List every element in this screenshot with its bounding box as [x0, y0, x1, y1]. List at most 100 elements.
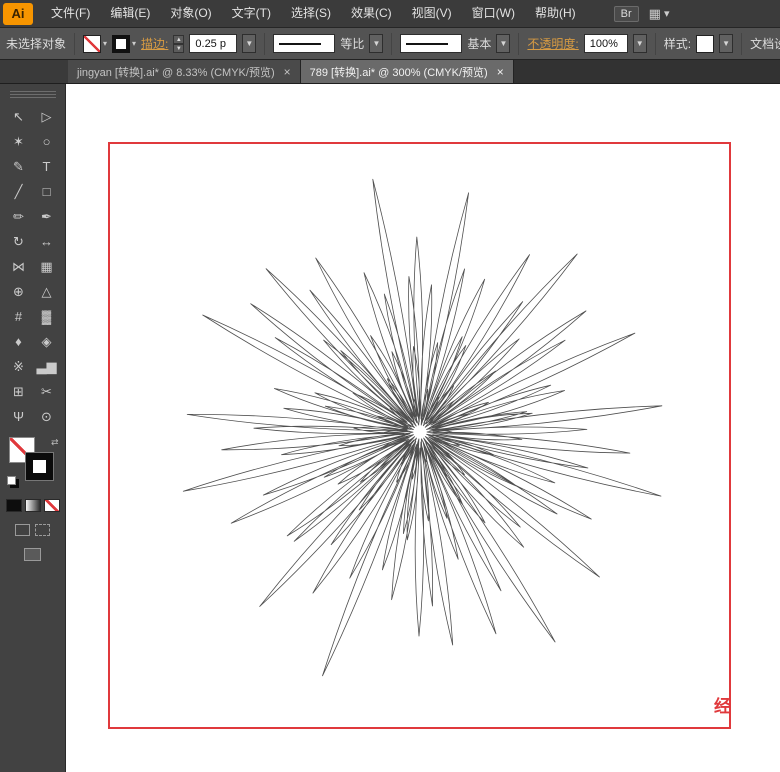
menu-item-1[interactable]: 编辑(E) [100, 0, 160, 27]
tool-grid: ↖▷✶○✎T╱□✏✒↻↔⋈▦⊕△#▓♦◈※▃▆⊞✂Ψ⊙ [5, 104, 61, 429]
brush-definition-preview[interactable] [400, 34, 462, 53]
tool-mesh[interactable]: # [5, 304, 33, 329]
menu-bar: Ai 文件(F)编辑(E)对象(O)文字(T)选择(S)效果(C)视图(V)窗口… [0, 0, 780, 28]
menu-item-4[interactable]: 选择(S) [281, 0, 341, 27]
opacity-panel-link[interactable]: 不透明度: [527, 35, 578, 52]
brush-definition-label: 基本 [467, 35, 491, 52]
tool-perspective-grid[interactable]: △ [33, 279, 61, 304]
width-profile-preview[interactable] [273, 34, 335, 53]
separator [264, 33, 265, 55]
fill-none-swatch-icon [83, 35, 101, 53]
separator [655, 33, 656, 55]
tool-artboard[interactable]: ⊞ [5, 379, 33, 404]
close-icon[interactable]: × [284, 67, 291, 77]
selection-status: 未选择对象 [6, 35, 66, 52]
tool-gradient[interactable]: ▓ [33, 304, 61, 329]
tool-slice[interactable]: ✂ [33, 379, 61, 404]
stroke-weight-input[interactable]: 0.25 p [189, 34, 237, 53]
red-rectangle-object[interactable] [108, 142, 731, 729]
tab-jingyan[interactable]: jingyan [转换].ai* @ 8.33% (CMYK/预览) × [68, 60, 301, 83]
document-tab-strip: jingyan [转换].ai* @ 8.33% (CMYK/预览) × 789… [0, 60, 780, 84]
screen-mode-button[interactable] [24, 548, 41, 561]
menubar-right: Br ▦ ▾ [614, 6, 670, 22]
stepper-down-icon[interactable]: ▼ [173, 44, 184, 53]
tool-rectangle[interactable]: □ [33, 179, 61, 204]
separator [741, 33, 742, 55]
bridge-button[interactable]: Br [614, 6, 639, 22]
tool-hand[interactable]: Ψ [5, 404, 33, 429]
opacity-dropdown-button[interactable]: ▼ [633, 34, 647, 53]
tool-column-graph[interactable]: ▃▆ [33, 354, 61, 379]
tool-lasso[interactable]: ○ [33, 129, 61, 154]
tool-line-segment[interactable]: ╱ [5, 179, 33, 204]
menu-item-5[interactable]: 效果(C) [341, 0, 402, 27]
tool-type[interactable]: T [33, 154, 61, 179]
tool-paintbrush[interactable]: ✏ [5, 204, 33, 229]
tool-pen[interactable]: ✎ [5, 154, 33, 179]
line-preview-icon [279, 43, 321, 45]
style-dropdown-button[interactable]: ▼ [719, 34, 733, 53]
menu-items: 文件(F)编辑(E)对象(O)文字(T)选择(S)效果(C)视图(V)窗口(W)… [41, 0, 586, 27]
tab-strip-spacer [0, 60, 68, 83]
document-setup-button[interactable]: 文档设置 [750, 35, 780, 52]
stroke-weight-stepper[interactable]: ▲ ▼ [173, 35, 184, 53]
menu-item-8[interactable]: 帮助(H) [525, 0, 586, 27]
draw-mode-buttons [15, 524, 50, 536]
document-canvas[interactable]: 经 [66, 84, 780, 772]
draw-normal-button[interactable] [15, 524, 30, 536]
stroke-indicator-black[interactable] [26, 453, 53, 480]
tool-free-transform[interactable]: ▦ [33, 254, 61, 279]
stroke-color-control[interactable]: ▾ [112, 35, 136, 53]
fill-color-control[interactable]: ▾ [83, 35, 107, 53]
tool-scale[interactable]: ↔ [33, 229, 61, 254]
draw-inside-button[interactable] [35, 524, 50, 536]
close-icon[interactable]: × [497, 67, 504, 77]
tool-zoom[interactable]: ⊙ [33, 404, 61, 429]
tool-pencil[interactable]: ✒ [33, 204, 61, 229]
menu-item-6[interactable]: 视图(V) [402, 0, 462, 27]
color-mode-buttons [6, 499, 60, 512]
control-bar: 未选择对象 ▾ ▾ 描边: ▲ ▼ 0.25 p ▼ 等比 ▼ 基本 ▼ 不透明… [0, 28, 780, 60]
workspace-switcher-button[interactable]: ▦ ▾ [649, 6, 670, 22]
tool-blend[interactable]: ◈ [33, 329, 61, 354]
tool-selection[interactable]: ↖ [5, 104, 33, 129]
separator [391, 33, 392, 55]
stepper-up-icon[interactable]: ▲ [173, 35, 184, 44]
brush-definition-dropdown-button[interactable]: ▼ [496, 34, 510, 53]
opacity-input[interactable]: 100% [584, 34, 628, 53]
gradient-button[interactable] [25, 499, 41, 512]
tab-label: 789 [转换].ai* @ 300% (CMYK/预览) [310, 64, 488, 80]
tool-rotate[interactable]: ↻ [5, 229, 33, 254]
swap-fill-stroke-icon[interactable]: ⇄ [51, 437, 59, 448]
tool-direct-selection[interactable]: ▷ [33, 104, 61, 129]
default-fill-stroke-icon[interactable] [7, 476, 16, 485]
watermark-text: 经 [714, 692, 731, 717]
tab-789[interactable]: 789 [转换].ai* @ 300% (CMYK/预览) × [301, 60, 514, 83]
illustrator-logo: Ai [3, 3, 33, 25]
stroke-panel-link[interactable]: 描边: [141, 35, 168, 52]
chevron-down-icon: ▾ [103, 39, 107, 48]
menu-item-7[interactable]: 窗口(W) [462, 0, 525, 27]
chevron-down-icon: ▾ [132, 39, 136, 48]
menu-item-3[interactable]: 文字(T) [222, 0, 281, 27]
stroke-weight-dropdown-button[interactable]: ▼ [242, 34, 256, 53]
width-profile-dropdown-button[interactable]: ▼ [369, 34, 383, 53]
style-label: 样式: [664, 35, 691, 52]
color-button[interactable] [6, 499, 22, 512]
none-button[interactable] [44, 499, 60, 512]
line-preview-icon [406, 43, 448, 45]
tool-magic-wand[interactable]: ✶ [5, 129, 33, 154]
menu-item-2[interactable]: 对象(O) [160, 0, 221, 27]
stroke-swatch-icon [112, 35, 130, 53]
tool-width[interactable]: ⋈ [5, 254, 33, 279]
tools-panel: ↖▷✶○✎T╱□✏✒↻↔⋈▦⊕△#▓♦◈※▃▆⊞✂Ψ⊙ ⇄ [0, 84, 66, 772]
separator [74, 33, 75, 55]
fill-stroke-indicator: ⇄ [7, 437, 59, 485]
tool-eyedropper[interactable]: ♦ [5, 329, 33, 354]
panel-grip[interactable] [10, 89, 56, 100]
style-swatch[interactable] [696, 35, 714, 53]
separator [518, 33, 519, 55]
tool-shape-builder[interactable]: ⊕ [5, 279, 33, 304]
menu-item-0[interactable]: 文件(F) [41, 0, 100, 27]
tool-symbol-sprayer[interactable]: ※ [5, 354, 33, 379]
